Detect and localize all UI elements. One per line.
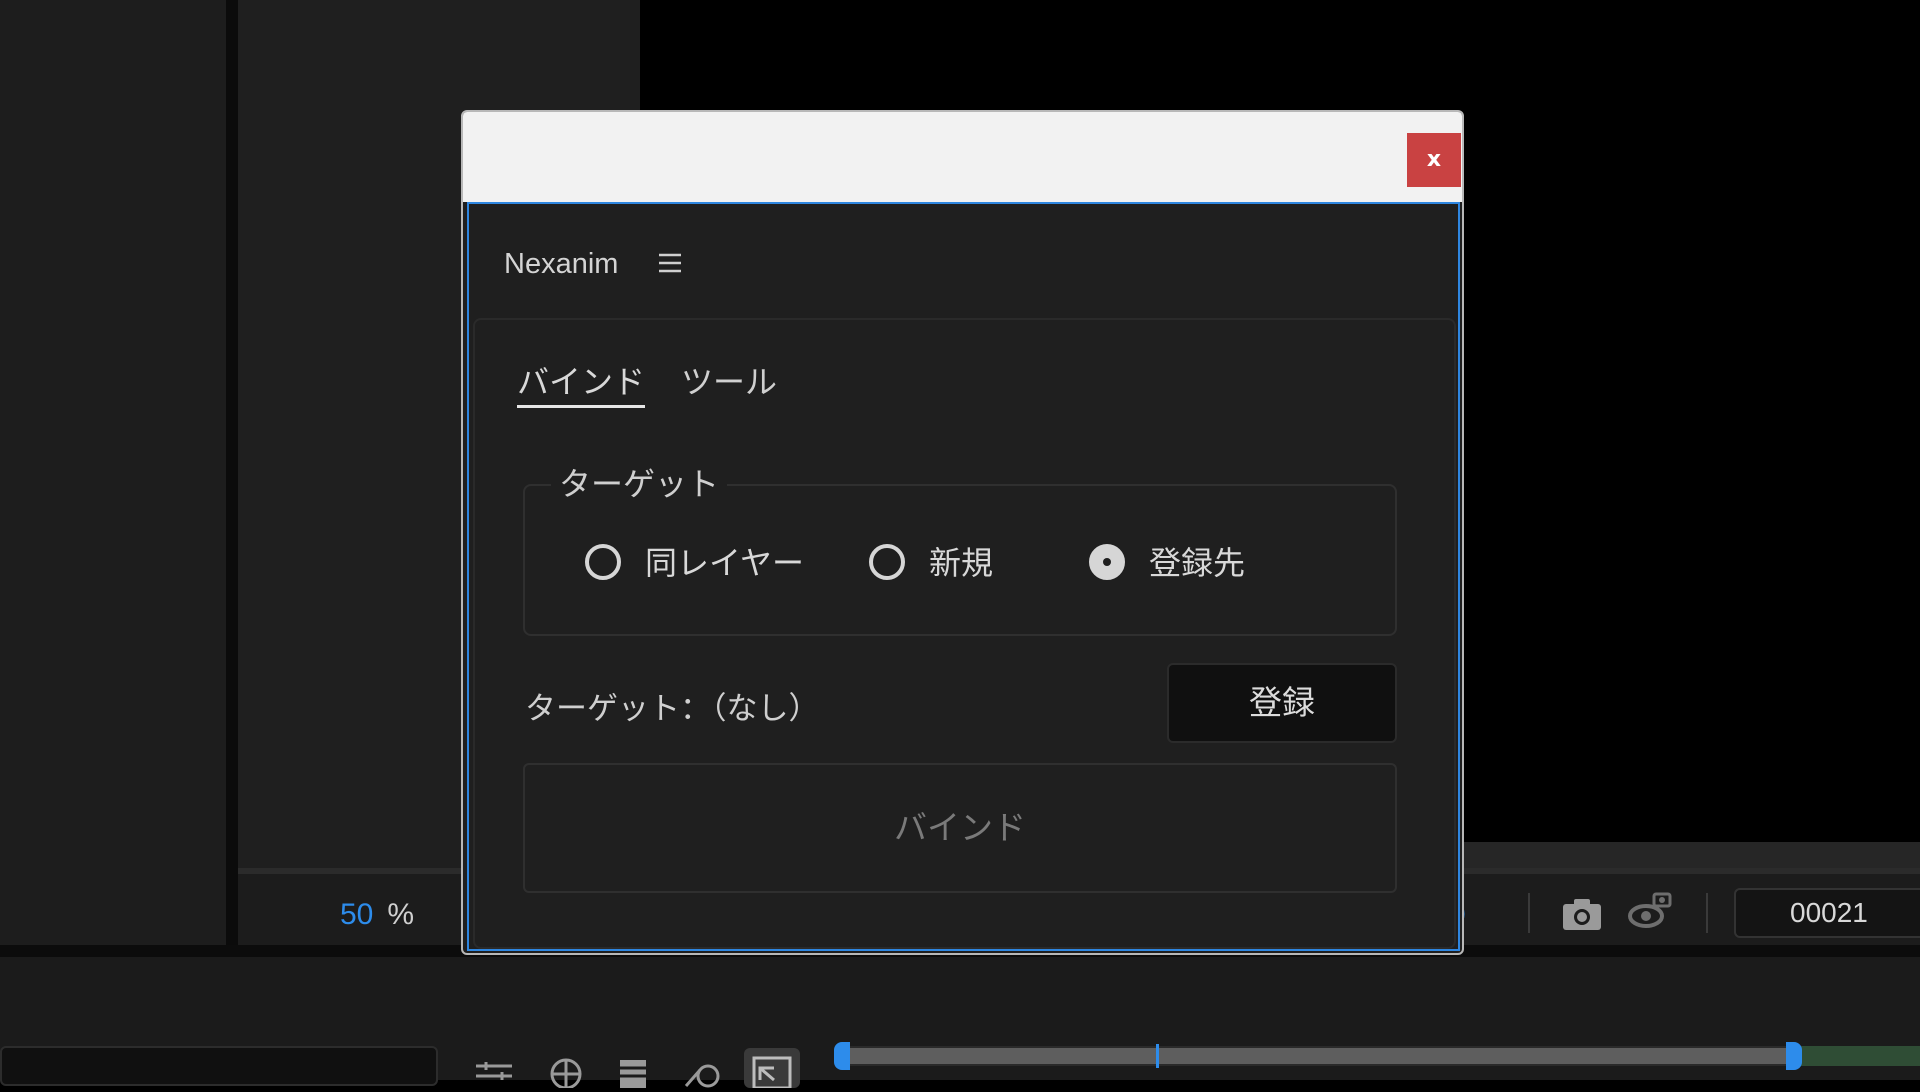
left-panel xyxy=(0,0,226,945)
tab-tools[interactable]: ツール xyxy=(681,360,777,408)
toolbar-separator xyxy=(1706,893,1708,933)
radio-label: 新規 xyxy=(929,544,994,582)
radio-label: 登録先 xyxy=(1149,544,1246,582)
radio-same-layer[interactable]: 同レイヤー xyxy=(585,541,805,585)
hamburger-menu-icon[interactable] xyxy=(657,250,683,276)
toolbar-separator xyxy=(1528,893,1530,933)
radio-button[interactable] xyxy=(869,544,905,580)
radio-button-checked[interactable] xyxy=(1089,544,1125,580)
panel-divider[interactable] xyxy=(226,0,238,945)
radio-dot xyxy=(1103,558,1111,566)
work-area-start-handle[interactable] xyxy=(834,1042,850,1070)
work-area-end-handle[interactable] xyxy=(1786,1042,1802,1070)
bind-button[interactable]: バインド xyxy=(523,763,1397,893)
frame-blending-icon[interactable] xyxy=(612,1052,656,1088)
nexanim-dialog: x Nexanim バインド ツール ターゲット 同レイヤー 新規 登録先 ター… xyxy=(461,110,1464,955)
close-button[interactable]: x xyxy=(1407,133,1461,187)
graph-editor-icon[interactable] xyxy=(472,1052,516,1088)
nexanim-panel: Nexanim バインド ツール ターゲット 同レイヤー 新規 登録先 ターゲッ… xyxy=(467,202,1460,951)
draft-3d-icon[interactable] xyxy=(544,1052,588,1090)
radio-new[interactable]: 新規 xyxy=(869,541,1029,585)
register-button[interactable]: 登録 xyxy=(1167,663,1397,743)
zoom-unit: % xyxy=(387,898,415,931)
radio-registered[interactable]: 登録先 xyxy=(1089,541,1289,585)
target-group: ターゲット 同レイヤー 新規 登録先 xyxy=(523,464,1397,636)
panel-content: バインド ツール ターゲット 同レイヤー 新規 登録先 ターゲット：（なし） 登… xyxy=(473,318,1456,949)
target-status: ターゲット：（なし） xyxy=(525,691,820,727)
camera-icon[interactable] xyxy=(1560,896,1604,932)
motion-blur-icon[interactable] xyxy=(682,1052,726,1088)
current-frame-field[interactable]: 00021 xyxy=(1734,888,1920,938)
timeline-search-input[interactable] xyxy=(0,1046,438,1086)
comp-flowchart-icon[interactable] xyxy=(744,1048,800,1090)
playhead[interactable] xyxy=(1156,1044,1159,1068)
tab-bind[interactable]: バインド xyxy=(517,360,646,408)
show-snapshot-icon[interactable] xyxy=(1628,890,1672,932)
work-area-track[interactable] xyxy=(838,1046,1800,1066)
radio-button[interactable] xyxy=(585,544,621,580)
dialog-titlebar[interactable] xyxy=(463,112,1462,202)
target-group-legend: ターゲット xyxy=(551,464,728,504)
work-area-bar[interactable] xyxy=(834,1042,1920,1070)
cache-indicator xyxy=(1800,1046,1920,1066)
panel-title: Nexanim xyxy=(504,248,619,280)
zoom-level[interactable]: 50% xyxy=(340,897,414,933)
radio-label: 同レイヤー xyxy=(645,544,805,582)
viewer-edge xyxy=(1462,842,1920,870)
zoom-value[interactable]: 50 xyxy=(340,898,373,931)
